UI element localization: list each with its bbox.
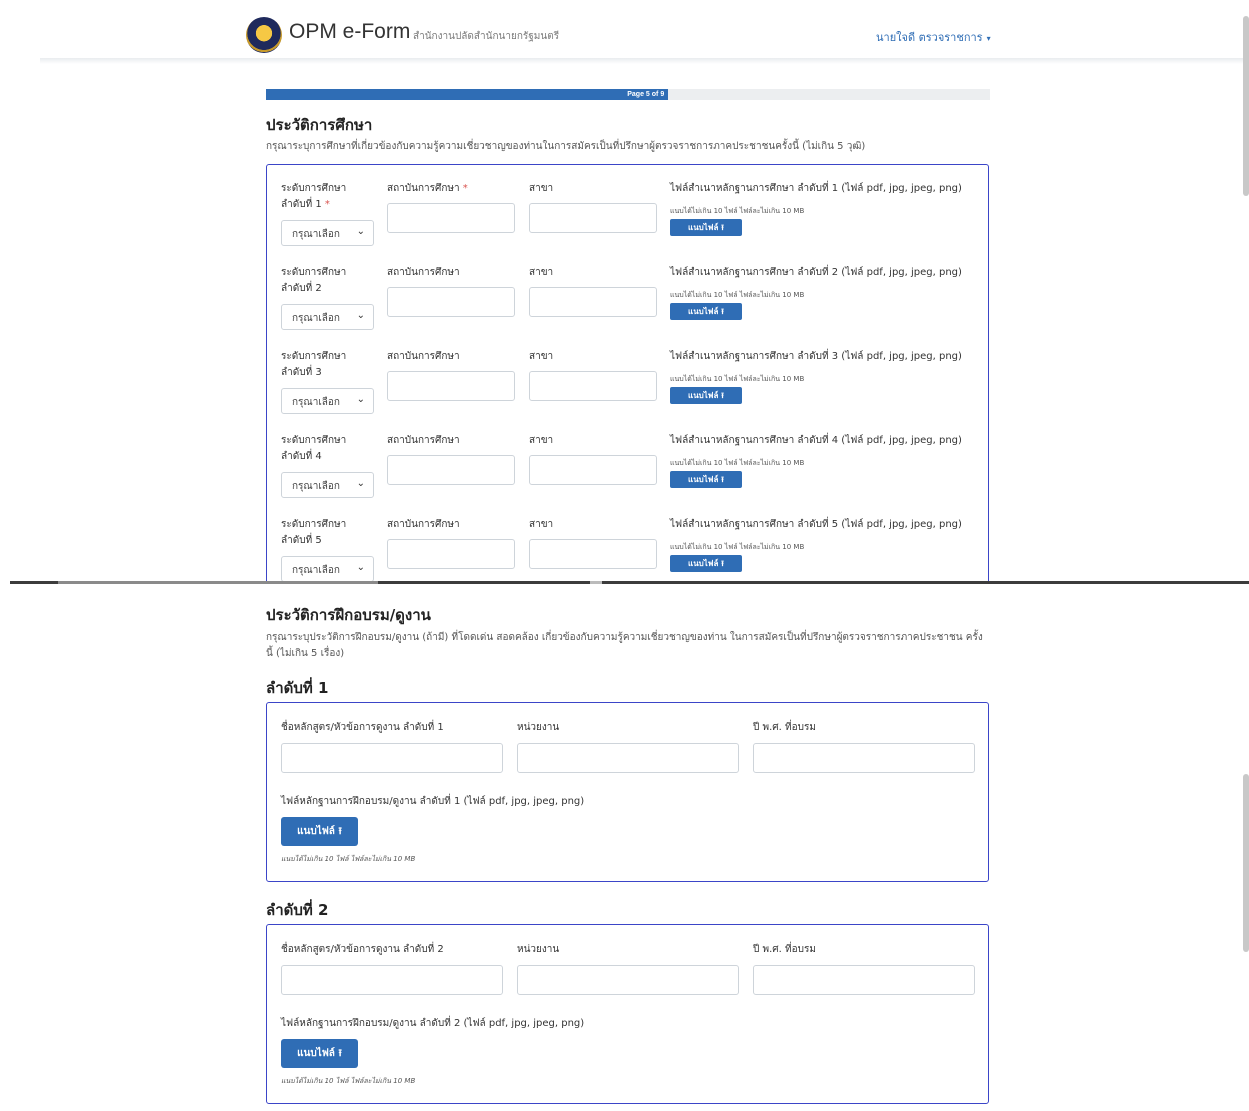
education-row: ระดับการศึกษา ลำดับที่ 4 กรุณาเลือก ⌄ สถา… bbox=[267, 417, 988, 501]
institution-input[interactable] bbox=[387, 287, 515, 317]
file-hint: แนบได้ไม่เกิน 10 ไฟล์ ไฟล์ละไม่เกิน 10 M… bbox=[670, 459, 805, 467]
course-input[interactable] bbox=[281, 743, 503, 773]
institution-input[interactable] bbox=[387, 539, 515, 569]
education-level-label: ระดับการศึกษา ลำดับที่ 4 bbox=[281, 435, 347, 462]
chevron-down-icon: ⌄ bbox=[356, 226, 365, 237]
education-row: ระดับการศึกษา ลำดับที่ 2 กรุณาเลือก ⌄ สถา… bbox=[267, 249, 988, 333]
screenshot-bottom: ประวัติการฝึกอบรม/ดูงาน กรุณาระบุประวัติ… bbox=[0, 584, 1249, 1111]
education-file-label: ไฟล์สำเนาหลักฐานการศึกษา ลำดับที่ 5 (ไฟล… bbox=[670, 519, 962, 530]
training-item-heading: ลำดับที่ 1 bbox=[266, 679, 329, 697]
agency-input[interactable] bbox=[517, 965, 739, 995]
course-label: ชื่อหลักสูตร/หัวข้อการดูงาน ลำดับที่ 2 bbox=[281, 944, 444, 955]
education-heading: ประวัติการศึกษา bbox=[266, 116, 373, 134]
education-level-label: ระดับการศึกษา ลำดับที่ 5 bbox=[281, 519, 347, 546]
institution-label: สถาบันการศึกษา bbox=[387, 519, 460, 530]
major-label: สาขา bbox=[529, 519, 554, 530]
file-hint: แนบได้ไม่เกิน 10 ไฟล์ ไฟล์ละไม่เกิน 10 M… bbox=[670, 543, 805, 551]
year-input[interactable] bbox=[753, 965, 975, 995]
brand-title[interactable]: OPM e-Form bbox=[289, 20, 410, 44]
year-label: ปี พ.ศ. ที่อบรม bbox=[753, 722, 816, 733]
attach-file-button[interactable]: แนบไฟล์ ⭱ bbox=[670, 471, 742, 488]
major-input[interactable] bbox=[529, 287, 657, 317]
education-level-select[interactable]: กรุณาเลือก ⌄ bbox=[281, 388, 374, 414]
education-panel: ระดับการศึกษา ลำดับที่ 1 * กรุณาเลือก ⌄ ส… bbox=[266, 164, 989, 584]
progress-label: Page 5 of 9 bbox=[627, 91, 665, 98]
institution-input[interactable] bbox=[387, 203, 515, 233]
user-menu-dropdown[interactable]: นายใจดี ตรวจราชการ ▾ bbox=[876, 28, 991, 46]
agency-label: หน่วยงาน bbox=[517, 944, 560, 955]
scrollbar-thumb[interactable] bbox=[1243, 16, 1249, 196]
education-file-label: ไฟล์สำเนาหลักฐานการศึกษา ลำดับที่ 4 (ไฟล… bbox=[670, 435, 962, 446]
training-item-heading: ลำดับที่ 2 bbox=[266, 901, 329, 919]
institution-label: สถาบันการศึกษา bbox=[387, 267, 460, 278]
major-label: สาขา bbox=[529, 183, 554, 194]
institution-input[interactable] bbox=[387, 455, 515, 485]
chevron-down-icon: ⌄ bbox=[356, 478, 365, 489]
education-file-label: ไฟล์สำเนาหลักฐานการศึกษา ลำดับที่ 2 (ไฟล… bbox=[670, 267, 962, 278]
education-description: กรุณาระบุการศึกษาที่เกี่ยวข้องกับความรู้… bbox=[266, 141, 866, 152]
training-heading: ประวัติการฝึกอบรม/ดูงาน bbox=[266, 606, 431, 624]
file-hint: แนบได้ไม่เกิน 10 ไฟล์ ไฟล์ละไม่เกิน 10 M… bbox=[281, 855, 416, 863]
education-level-label: ระดับการศึกษา ลำดับที่ 3 bbox=[281, 351, 347, 378]
attach-file-button[interactable]: แนบไฟล์ ⭱ bbox=[670, 219, 742, 236]
education-level-select[interactable]: กรุณาเลือก ⌄ bbox=[281, 220, 374, 246]
attach-file-button[interactable]: แนบไฟล์ ⭱ bbox=[281, 817, 358, 846]
attach-file-button[interactable]: แนบไฟล์ ⭱ bbox=[670, 303, 742, 320]
chevron-down-icon: ⌄ bbox=[356, 562, 365, 573]
screenshot-top: OPM e-Form สำนักงานปลัดสำนักนายกรัฐมนตรี… bbox=[0, 0, 1249, 584]
education-row: ระดับการศึกษา ลำดับที่ 5 กรุณาเลือก ⌄ สถา… bbox=[267, 501, 988, 584]
education-level-label: ระดับการศึกษา ลำดับที่ 2 bbox=[281, 267, 347, 294]
agency-input[interactable] bbox=[517, 743, 739, 773]
course-input[interactable] bbox=[281, 965, 503, 995]
attach-file-button[interactable]: แนบไฟล์ ⭱ bbox=[670, 387, 742, 404]
education-row: ระดับการศึกษา ลำดับที่ 3 กรุณาเลือก ⌄ สถา… bbox=[267, 333, 988, 417]
education-file-label: ไฟล์สำเนาหลักฐานการศึกษา ลำดับที่ 1 (ไฟล… bbox=[670, 183, 962, 194]
course-label: ชื่อหลักสูตร/หัวข้อการดูงาน ลำดับที่ 1 bbox=[281, 722, 444, 733]
institution-label: สถาบันการศึกษา bbox=[387, 435, 460, 446]
training-file-label: ไฟล์หลักฐานการฝึกอบรม/ดูงาน ลำดับที่ 2 (… bbox=[281, 1018, 585, 1029]
progress-bar: Page 5 of 9 bbox=[266, 89, 990, 100]
major-input[interactable] bbox=[529, 455, 657, 485]
required-mark: * bbox=[324, 199, 330, 210]
year-label: ปี พ.ศ. ที่อบรม bbox=[753, 944, 816, 955]
navbar-divider bbox=[40, 58, 1243, 64]
major-input[interactable] bbox=[529, 371, 657, 401]
major-label: สาขา bbox=[529, 351, 554, 362]
institution-label: สถาบันการศึกษา bbox=[387, 351, 460, 362]
major-label: สาขา bbox=[529, 435, 554, 446]
scrollbar-thumb[interactable] bbox=[1243, 774, 1249, 952]
education-row: ระดับการศึกษา ลำดับที่ 1 * กรุณาเลือก ⌄ ส… bbox=[267, 165, 988, 249]
education-level-select[interactable]: กรุณาเลือก ⌄ bbox=[281, 472, 374, 498]
major-label: สาขา bbox=[529, 267, 554, 278]
training-file-label: ไฟล์หลักฐานการฝึกอบรม/ดูงาน ลำดับที่ 1 (… bbox=[281, 796, 585, 807]
major-input[interactable] bbox=[529, 203, 657, 233]
file-hint: แนบได้ไม่เกิน 10 ไฟล์ ไฟล์ละไม่เกิน 10 M… bbox=[281, 1077, 416, 1085]
education-level-select[interactable]: กรุณาเลือก ⌄ bbox=[281, 304, 374, 330]
required-mark: * bbox=[462, 183, 468, 194]
opm-logo[interactable] bbox=[246, 17, 282, 53]
caret-down-icon: ▾ bbox=[986, 34, 991, 43]
navbar: OPM e-Form สำนักงานปลัดสำนักนายกรัฐมนตรี… bbox=[0, 0, 1249, 68]
brand-subtitle: สำนักงานปลัดสำนักนายกรัฐมนตรี bbox=[413, 31, 560, 42]
progress-fill: Page 5 of 9 bbox=[266, 89, 669, 100]
education-file-label: ไฟล์สำเนาหลักฐานการศึกษา ลำดับที่ 3 (ไฟล… bbox=[670, 351, 962, 362]
attach-file-button[interactable]: แนบไฟล์ ⭱ bbox=[281, 1039, 358, 1068]
agency-label: หน่วยงาน bbox=[517, 722, 560, 733]
major-input[interactable] bbox=[529, 539, 657, 569]
file-hint: แนบได้ไม่เกิน 10 ไฟล์ ไฟล์ละไม่เกิน 10 M… bbox=[670, 291, 805, 299]
training-panel: ชื่อหลักสูตร/หัวข้อการดูงาน ลำดับที่ 2 ห… bbox=[266, 924, 989, 1104]
education-level-select[interactable]: กรุณาเลือก ⌄ bbox=[281, 556, 374, 582]
chevron-down-icon: ⌄ bbox=[356, 394, 365, 405]
file-hint: แนบได้ไม่เกิน 10 ไฟล์ ไฟล์ละไม่เกิน 10 M… bbox=[670, 207, 805, 215]
education-level-label: ระดับการศึกษา ลำดับที่ 1 * bbox=[281, 183, 347, 210]
institution-input[interactable] bbox=[387, 371, 515, 401]
training-panel: ชื่อหลักสูตร/หัวข้อการดูงาน ลำดับที่ 1 ห… bbox=[266, 702, 989, 882]
year-input[interactable] bbox=[753, 743, 975, 773]
institution-label: สถาบันการศึกษา * bbox=[387, 183, 468, 194]
chevron-down-icon: ⌄ bbox=[356, 310, 365, 321]
training-description: กรุณาระบุประวัติการฝึกอบรม/ดูงาน (ถ้ามี)… bbox=[266, 632, 983, 659]
file-hint: แนบได้ไม่เกิน 10 ไฟล์ ไฟล์ละไม่เกิน 10 M… bbox=[670, 375, 805, 383]
attach-file-button[interactable]: แนบไฟล์ ⭱ bbox=[670, 555, 742, 572]
user-name: นายใจดี ตรวจราชการ bbox=[876, 31, 983, 44]
